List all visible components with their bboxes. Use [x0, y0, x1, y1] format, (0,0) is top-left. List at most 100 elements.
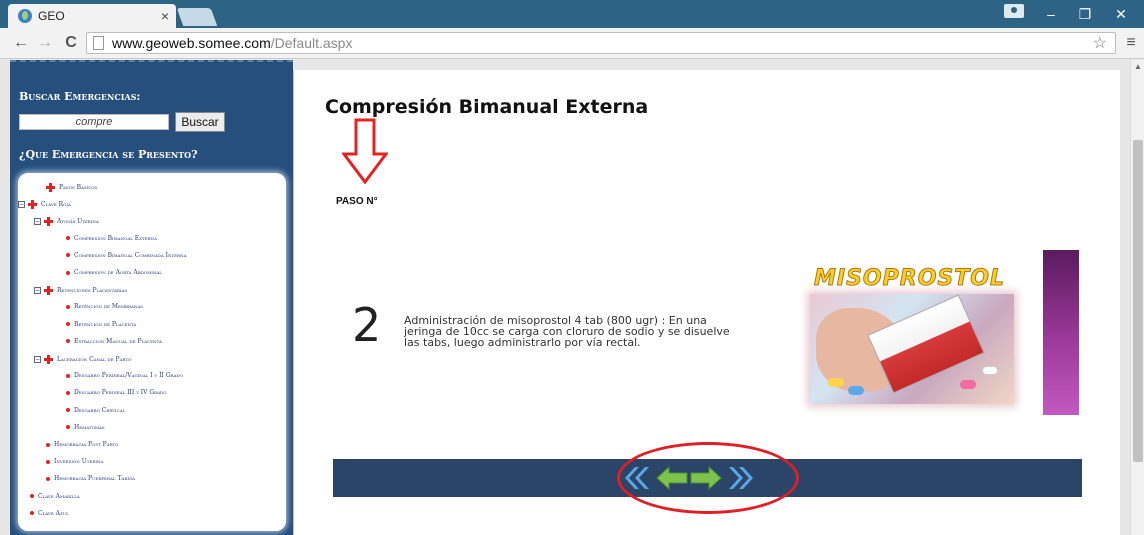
star-icon[interactable]: ☆	[1093, 33, 1107, 53]
tree-item[interactable]: Compresión Bimanual Combinada Interna	[66, 252, 187, 259]
tree-item[interactable]: − Atonía Uterina	[34, 217, 99, 227]
scroll-up-icon[interactable]: ▲	[1134, 62, 1142, 71]
bullet-icon	[30, 494, 34, 499]
vertical-scrollbar[interactable]: ▲	[1130, 60, 1144, 535]
tree-item-label: Compresión Bimanual Externa	[74, 234, 157, 242]
pill-image	[828, 378, 844, 387]
bullet-icon	[66, 236, 70, 241]
tree-item-label: Pasos Básicos	[59, 184, 98, 191]
tree-item-label: Laceracion Canal de Parto	[57, 356, 132, 363]
tree-item[interactable]: Clave Amarilla	[30, 493, 80, 500]
tree-item[interactable]: Extraccion Manual de Placenta	[66, 338, 162, 345]
tree-item[interactable]: Desgarro Cervical	[66, 407, 125, 414]
tree-item[interactable]: − Retenciones Placentarias	[34, 286, 128, 296]
bullet-icon	[66, 322, 70, 327]
step-label: PASO N°	[336, 196, 378, 207]
reload-icon[interactable]: C	[60, 32, 82, 54]
tree-item[interactable]: Compresión Bimanual Externa	[66, 235, 157, 242]
tree-item[interactable]: Clave Azul	[30, 510, 69, 517]
profile-icon[interactable]	[1004, 4, 1024, 18]
product-photo	[810, 294, 1014, 404]
collapse-toggle-icon[interactable]: −	[18, 201, 25, 209]
search-input[interactable]: compre	[19, 114, 169, 130]
bullet-icon	[66, 253, 70, 258]
tree-item[interactable]: − Clave Roja	[18, 200, 71, 210]
tree-item-label: Hemorragia Post Parto	[54, 441, 119, 448]
arrow-down-icon	[342, 118, 388, 184]
tree-item[interactable]: Retencion de Membranas	[66, 303, 143, 310]
globe-icon	[18, 9, 32, 23]
new-tab-button[interactable]	[176, 8, 218, 26]
decorative-bar	[1043, 250, 1079, 415]
forward-button[interactable]: →	[34, 32, 56, 54]
bullet-icon	[66, 270, 70, 275]
tree-item-label: Clave Roja	[41, 201, 71, 209]
pill-image	[960, 380, 976, 389]
search-heading: Buscar Emergencias:	[19, 90, 141, 103]
page-content: Buscar Emergencias: compre Buscar ¿Que E…	[0, 60, 1130, 535]
collapse-toggle-icon[interactable]: −	[34, 218, 41, 226]
bullet-icon	[46, 476, 50, 481]
emergency-question-heading: ¿Que Emergencia se Presento?	[19, 148, 198, 161]
tree-item-label: Desgarro Cervical	[74, 406, 126, 414]
bullet-icon	[66, 408, 70, 413]
bullet-icon	[66, 304, 70, 309]
tree-item[interactable]: Desgarro Perineal/Vaginal I y II Grado	[66, 372, 183, 379]
tab-title: GEO	[38, 9, 65, 23]
tree-item-label: Compresión de Aorta Abdominal	[74, 269, 162, 276]
collapse-toggle-icon[interactable]: −	[34, 287, 41, 295]
address-bar[interactable]: www.geoweb.somee.com /Default.aspx ☆	[86, 32, 1116, 54]
product-image: MISOPROSTOL	[808, 266, 1014, 406]
tree-item-label: Retencion de Membranas	[74, 303, 144, 311]
scrollbar-thumb[interactable]	[1133, 140, 1143, 462]
tree-item-label: Retenciones Placentarias	[57, 287, 128, 295]
highlight-ellipse	[617, 442, 799, 514]
url-host: www.geoweb.somee.com	[112, 35, 271, 51]
tree-item-label: Desgarro Perineal/Vaginal I y II Grado	[74, 372, 183, 380]
tree-item[interactable]: Compresión de Aorta Abdominal	[66, 269, 162, 276]
main-content: Compresión Bimanual Externa PASO N° 2 Ad…	[293, 70, 1120, 535]
product-label: MISOPROSTOL	[814, 266, 1005, 292]
collapse-toggle-icon[interactable]: −	[34, 356, 41, 363]
bullet-icon	[30, 511, 34, 516]
tree-item[interactable]: Desgarro Perineal III y IV Grado	[66, 389, 167, 396]
tree-item-label: Retencion de Placenta	[74, 320, 137, 328]
tree-item[interactable]: Hematomas	[66, 424, 105, 431]
red-cross-icon	[46, 183, 55, 192]
bullet-icon	[46, 459, 50, 464]
tree-item-label: Extraccion Manual de Placenta	[74, 337, 162, 345]
tree-item[interactable]: Hemorragia Puerperal Tardía	[46, 475, 135, 482]
tree-item[interactable]: Retencion de Placenta	[66, 321, 136, 328]
back-button[interactable]: ←	[10, 32, 32, 54]
tree-item-label: Hemorragia Puerperal Tardía	[54, 475, 136, 483]
tab-close-button[interactable]: ×	[154, 8, 176, 24]
sidebar: Buscar Emergencias: compre Buscar ¿Que E…	[10, 60, 293, 535]
title-bar: GEO × – ❐ ✕	[0, 0, 1144, 28]
pill-image	[982, 366, 998, 375]
menu-button[interactable]: ≡	[1122, 34, 1140, 52]
minimize-button[interactable]: –	[1034, 2, 1068, 26]
tree-item-label: Clave Amarilla	[38, 492, 80, 500]
bullet-icon	[66, 390, 70, 395]
close-window-button[interactable]: ✕	[1104, 2, 1138, 26]
bullet-icon	[66, 425, 70, 430]
tree-item[interactable]: − Laceracion Canal de Parto	[34, 355, 131, 364]
browser-toolbar: ← → C www.geoweb.somee.com /Default.aspx…	[0, 28, 1144, 59]
bullet-icon	[46, 442, 50, 447]
tree-item-label: Inversión Uterina	[54, 458, 104, 466]
tree-item-label: Compresión Bimanual Combinada Interna	[74, 251, 187, 259]
tree-item[interactable]: Pasos Básicos	[46, 183, 97, 192]
red-cross-icon	[44, 286, 53, 296]
maximize-button[interactable]: ❐	[1068, 2, 1102, 26]
step-number: 2	[352, 298, 382, 352]
bullet-icon	[66, 339, 70, 344]
browser-tab[interactable]: GEO ×	[8, 4, 176, 28]
search-button[interactable]: Buscar	[175, 112, 225, 132]
tree-item[interactable]: Inversión Uterina	[46, 458, 103, 465]
emergency-tree: Pasos Básicos − Clave Roja − Atonía Uterina C…	[18, 173, 286, 531]
page-icon	[93, 36, 104, 50]
tree-item[interactable]: Hemorragia Post Parto	[46, 441, 118, 448]
page-title: Compresión Bimanual Externa	[325, 96, 649, 118]
tree-item-label: Hematomas	[74, 423, 105, 431]
tree-item-label: Atonía Uterina	[57, 218, 99, 226]
